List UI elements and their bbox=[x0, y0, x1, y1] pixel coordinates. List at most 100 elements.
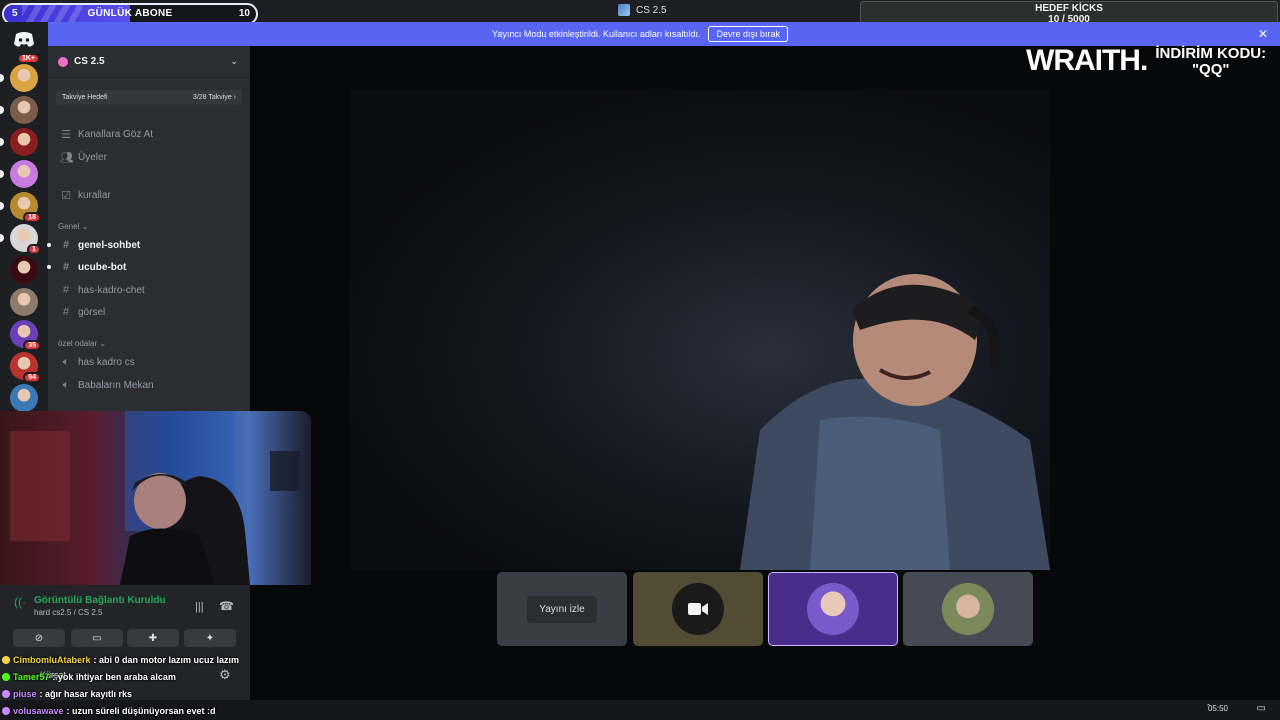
home-button[interactable]: 1K+ bbox=[10, 30, 40, 64]
chat-username: piuse bbox=[13, 689, 37, 699]
speaking-user-tile[interactable] bbox=[768, 572, 898, 646]
server-icon[interactable]: 18 bbox=[0, 192, 41, 223]
watch-stream-button[interactable]: Yayını izle bbox=[527, 595, 597, 623]
voice-channel-has-kadro-cs[interactable]: 🔈︎ has kadro cs bbox=[56, 353, 242, 371]
sponsor-logo: WRAITH. bbox=[1026, 44, 1148, 77]
channel-label: görsel bbox=[78, 306, 106, 318]
activities-icon: ✚ bbox=[148, 632, 158, 644]
cs-app-icon bbox=[618, 4, 630, 16]
camera-tile[interactable] bbox=[633, 572, 763, 646]
notification-icon[interactable]: ▭ bbox=[1257, 703, 1266, 714]
chat-message: piuse : ağır hasar kayıtlı rks bbox=[2, 689, 132, 699]
mention-badge: 94 bbox=[23, 372, 41, 383]
sub-goal-target: 10 bbox=[238, 8, 250, 19]
server-header[interactable]: CS 2.5 ⌄ bbox=[48, 46, 250, 78]
camera-off-icon: ⊘ bbox=[34, 632, 44, 644]
server-icon[interactable] bbox=[10, 288, 38, 316]
channel-genel-sohbet[interactable]: # genel-sohbet bbox=[47, 236, 242, 254]
channel-label: Babaların Mekan bbox=[78, 379, 154, 391]
browse-channels-label: Kanallara Göz At bbox=[78, 128, 154, 140]
unread-pill bbox=[0, 234, 4, 242]
soundboard-icon: ✦ bbox=[205, 632, 215, 644]
taskbar-clock: 05:50 bbox=[1207, 704, 1228, 713]
mention-badge: 18 bbox=[23, 212, 41, 223]
participant-avatar bbox=[942, 583, 994, 635]
voice-channel-path[interactable]: hard cs2.5 / CS 2.5 bbox=[34, 608, 166, 617]
activities-button[interactable]: ✚ bbox=[127, 629, 179, 647]
camera-toggle-button[interactable]: ⊘ bbox=[13, 629, 65, 647]
server-icon[interactable] bbox=[0, 96, 38, 124]
channel-has-kadro-chet[interactable]: # has-kadro-chet bbox=[56, 281, 242, 299]
unread-pill bbox=[0, 202, 4, 210]
server-icon[interactable] bbox=[10, 384, 38, 412]
browse-channels-icon: ☰ bbox=[61, 128, 71, 141]
kicks-goal-title: HEDEF KİCKS bbox=[1035, 3, 1103, 14]
category-general[interactable]: Genel ⌄ bbox=[58, 222, 88, 231]
tray-chevron-icon[interactable]: ˆ bbox=[1207, 703, 1210, 713]
server-icon[interactable]: 94 bbox=[10, 352, 41, 383]
unread-pill bbox=[0, 74, 4, 82]
channel-label: has-kadro-chet bbox=[78, 284, 145, 296]
boost-goal-label: Takviye Hedefi bbox=[62, 94, 108, 101]
channel-rules[interactable]: ☑ kurallar bbox=[56, 186, 242, 204]
server-icon[interactable]: 1 bbox=[0, 224, 41, 255]
members-item[interactable]: 👥︎ Üyeler bbox=[56, 148, 242, 166]
participant-video-person bbox=[740, 274, 1050, 570]
channel-gorsel[interactable]: # görsel bbox=[56, 303, 242, 321]
unread-dot bbox=[47, 243, 51, 247]
server-icon[interactable]: 35 bbox=[10, 320, 41, 351]
user-tile[interactable] bbox=[903, 572, 1033, 646]
boost-goal[interactable]: Takviye Hedefi 3/28 Takviye › bbox=[56, 90, 242, 105]
text-channel-icon: # bbox=[62, 239, 70, 251]
sub-goal-label: GÜNLÜK ABONE bbox=[87, 8, 173, 19]
streamer-mode-text: Yayıncı Modu etkinleştirildi. Kullanıcı … bbox=[492, 29, 701, 39]
chevron-down-icon: ⌄ bbox=[230, 56, 238, 66]
members-icon: 👥︎ bbox=[60, 151, 74, 164]
chat-message: volusawave : uzun süreli düşünüyorsan ev… bbox=[2, 706, 216, 716]
video-camera-icon bbox=[688, 603, 708, 615]
window-title-text: CS 2.5 bbox=[636, 4, 667, 16]
chat-text: : abi 0 dan motor lazım ucuz lazım bbox=[93, 655, 240, 665]
window-title: CS 2.5 bbox=[618, 4, 667, 16]
channel-ucube-bot[interactable]: # ucube-bot bbox=[47, 258, 242, 276]
discount-label: İNDİRİM KODU: bbox=[1155, 45, 1267, 62]
badge-icon bbox=[2, 707, 10, 715]
signal-icon: ((· bbox=[14, 595, 26, 609]
server-icon[interactable] bbox=[10, 256, 38, 284]
server-icon[interactable] bbox=[0, 64, 38, 92]
discord-logo-icon bbox=[14, 32, 34, 47]
discount-code: "QQ" bbox=[1191, 61, 1230, 78]
channel-label: has kadro cs bbox=[78, 356, 135, 368]
text-channel-icon: # bbox=[62, 261, 70, 273]
soundboard-button[interactable]: ✦ bbox=[184, 629, 236, 647]
participant-avatar bbox=[807, 583, 859, 635]
participant-avatar bbox=[672, 583, 724, 635]
voice-status-text[interactable]: Görüntülü Bağlantı Kuruldu bbox=[34, 595, 166, 606]
voice-channel-babalarin-mekan[interactable]: 🔈︎ Babaların Mekan bbox=[56, 376, 242, 394]
speaker-icon: 🔈︎ bbox=[62, 378, 70, 391]
server-icon[interactable] bbox=[0, 160, 38, 188]
chat-text: : ağır hasar kayıtlı rks bbox=[39, 689, 133, 699]
screen-share-button[interactable]: ▭ bbox=[71, 629, 123, 647]
streamer-webcam-overlay bbox=[0, 411, 311, 585]
unread-dot bbox=[47, 265, 51, 269]
members-label: Üyeler bbox=[78, 151, 107, 163]
disable-streamer-mode-button[interactable]: Devre dışı bırak bbox=[708, 26, 788, 42]
channel-label: genel-sohbet bbox=[78, 239, 141, 251]
voice-status: ((· Görüntülü Bağlantı Kuruldu hard cs2.… bbox=[14, 595, 166, 617]
boost-goal-progress: 3/28 Takviye › bbox=[192, 94, 236, 101]
stream-tile[interactable]: Yayını izle bbox=[497, 572, 627, 646]
unread-pill bbox=[0, 138, 4, 146]
browse-channels-item[interactable]: ☰ Kanallara Göz At bbox=[56, 125, 242, 143]
mention-badge: 1 bbox=[27, 244, 41, 255]
server-icon bbox=[58, 56, 68, 67]
category-private[interactable]: özel odalar ⌄ bbox=[58, 339, 106, 348]
unread-pill bbox=[0, 106, 4, 114]
settings-gear-icon[interactable]: ⚙ bbox=[219, 667, 231, 683]
noise-suppression-icon[interactable]: ||| bbox=[195, 601, 204, 613]
disconnect-icon[interactable]: ☎ bbox=[219, 599, 234, 613]
close-icon[interactable]: ✕ bbox=[1258, 27, 1268, 41]
badge-icon bbox=[2, 656, 10, 664]
server-icon[interactable] bbox=[0, 128, 38, 156]
chat-text: : yok ihtiyar ben araba alcam bbox=[52, 672, 176, 682]
